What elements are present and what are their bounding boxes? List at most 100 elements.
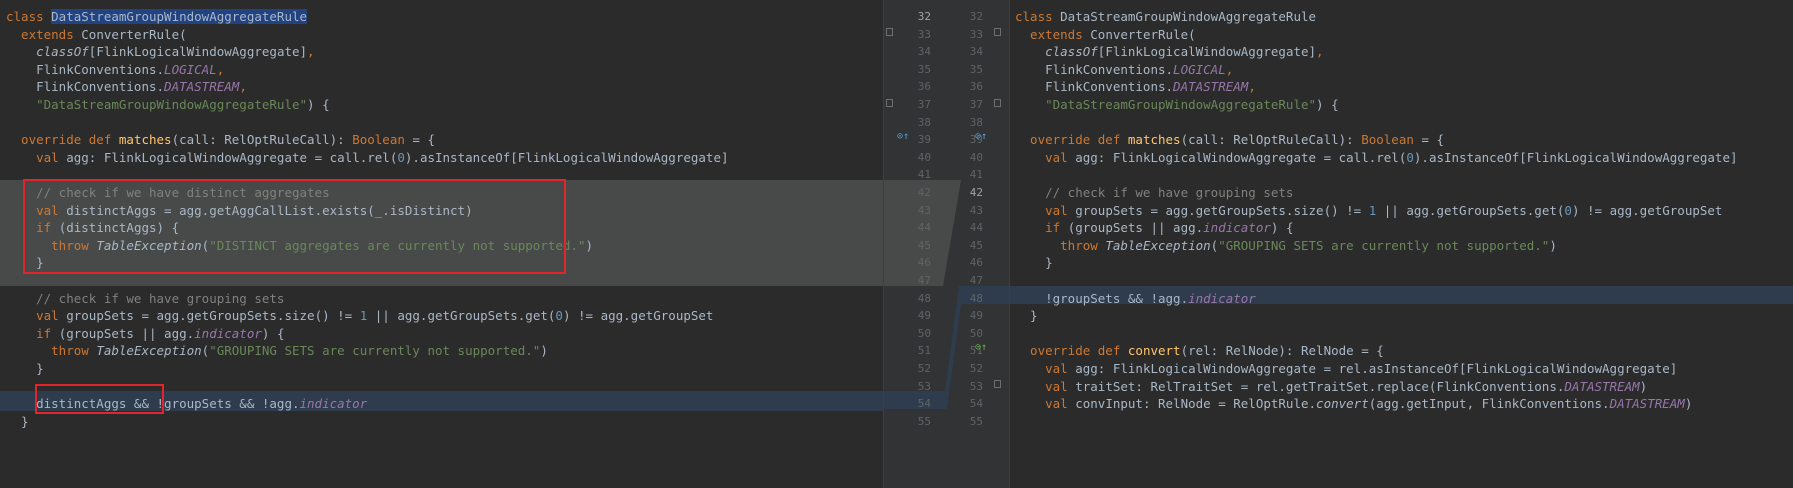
code-token: LOGICAL <box>164 61 217 77</box>
code-token: convert <box>1316 396 1369 412</box>
code-line[interactable] <box>1009 412 1793 432</box>
code-token: override def <box>1015 132 1128 148</box>
code-token: override def <box>1015 343 1128 359</box>
code-token: = { <box>412 132 435 148</box>
code-token: } <box>1015 308 1038 324</box>
pane-divider <box>883 0 884 488</box>
code-token: 0 <box>555 308 563 324</box>
code-token: if <box>6 325 59 341</box>
code-token: val <box>1015 378 1076 394</box>
implement-icon[interactable]: ⊙↑ <box>975 342 987 354</box>
fold-marker[interactable] <box>994 28 1001 36</box>
code-token: DataStreamGroupWindowAggregateRule <box>1060 9 1317 24</box>
code-token: convInput: RelNode = RelOptRule. <box>1075 396 1317 412</box>
code-token: (agg.getInput, FlinkConventions. <box>1368 396 1610 412</box>
code-token: (rel: RelNode): RelNode = { <box>1180 343 1384 359</box>
code-token: 0 <box>397 149 405 165</box>
fold-marker[interactable] <box>886 99 893 107</box>
code-token: = { <box>1421 132 1444 148</box>
code-token: matches <box>1127 132 1181 148</box>
code-token: (call: RelOptRuleCall): <box>171 132 353 148</box>
code-token: throw <box>1015 237 1106 253</box>
code-token: ConverterRule( <box>1090 26 1196 42</box>
code-token: indicator <box>1203 220 1271 236</box>
right-editor-pane[interactable]: class DataStreamGroupWindowAggregateRule… <box>1009 0 1793 488</box>
code-token: ) { <box>1316 97 1339 112</box>
code-token: agg: FlinkLogicalWindowAggregate = rel.a… <box>1075 361 1678 376</box>
code-token: throw <box>6 343 97 359</box>
code-token: groupSets = agg.getGroupSets.size() != <box>1075 202 1369 218</box>
code-token: || agg.getGroupSets.get( <box>367 308 556 324</box>
code-token: ) != agg.getGroupSet <box>562 308 714 324</box>
code-token: override def <box>6 132 119 148</box>
code-token: class <box>6 9 52 24</box>
code-token: FlinkConventions. <box>1015 61 1174 77</box>
code-token: convert <box>1127 343 1181 359</box>
code-token: agg: FlinkLogicalWindowAggregate = call.… <box>66 149 398 165</box>
code-token: ).asInstanceOf[FlinkLogicalWindowAggrega… <box>404 149 729 165</box>
code-token: 0 <box>1564 202 1572 218</box>
code-token: val <box>6 308 67 324</box>
code-token: Boolean <box>352 132 413 148</box>
code-token: LOGICAL <box>1173 61 1226 77</box>
code-token: || agg.getGroupSets.get( <box>1376 202 1565 218</box>
code-token: indicator <box>1188 290 1256 306</box>
code-text: } <box>0 412 29 432</box>
override-icon[interactable]: ⊙↑ <box>975 131 987 143</box>
code-token: } <box>6 413 29 429</box>
code-token: ) { <box>261 325 285 341</box>
code-token: classOf <box>36 44 89 60</box>
code-token: ) { <box>1270 220 1294 236</box>
code-token: !groupSets && !agg. <box>1015 290 1189 306</box>
left-editor-pane[interactable]: class DataStreamGroupWindowAggregateRule… <box>0 0 883 488</box>
line-number: 55 <box>917 414 931 428</box>
fold-marker[interactable] <box>994 380 1001 388</box>
code-token: val <box>1015 202 1076 218</box>
code-token: [FlinkLogicalWindowAggregate] <box>88 44 308 60</box>
code-token: traitSet: RelTraitSet = rel.getTraitSet.… <box>1075 378 1565 394</box>
diff-connector <box>883 180 1009 409</box>
fold-marker[interactable] <box>994 99 1001 107</box>
code-token: extends <box>6 26 82 42</box>
code-token: agg: FlinkLogicalWindowAggregate = call.… <box>1075 149 1407 165</box>
code-token: , <box>216 61 225 77</box>
code-line[interactable]: } <box>0 412 883 432</box>
code-token: (call: RelOptRuleCall): <box>1180 132 1362 148</box>
code-token: ) <box>585 237 594 253</box>
code-token: matches <box>118 132 172 148</box>
code-token: ) <box>540 343 548 359</box>
fold-marker[interactable] <box>886 28 893 36</box>
code-token: [FlinkLogicalWindowAggregate] <box>1097 44 1317 60</box>
annotation-box-distinct <box>23 179 566 274</box>
code-token: TableException <box>1105 237 1211 253</box>
code-token: class <box>1015 9 1061 24</box>
code-token: } <box>1015 255 1053 271</box>
code-token: ) <box>1549 237 1557 253</box>
code-token: "DataStreamGroupWindowAggregateRule" <box>1015 97 1317 112</box>
code-token: FlinkConventions. <box>6 61 165 77</box>
code-token: } <box>6 361 44 376</box>
code-token: val <box>1015 361 1076 376</box>
code-token: "GROUPING SETS are currently not support… <box>1218 237 1550 253</box>
code-token: // check if we have grouping sets <box>1015 185 1294 200</box>
code-token: 0 <box>1406 149 1414 165</box>
code-token: DataStreamGroupWindowAggregateRule <box>51 9 308 24</box>
code-token: TableException <box>96 343 202 359</box>
code-token: val <box>6 149 67 165</box>
override-icon[interactable]: ⊙↑ <box>897 131 909 143</box>
code-token: FlinkConventions. <box>6 79 165 95</box>
code-token: , <box>307 44 315 60</box>
annotation-box-distinctaggs <box>35 384 164 414</box>
code-token: groupSets = agg.getGroupSets.size() != <box>66 308 360 324</box>
code-token: if <box>1015 220 1068 236</box>
code-token: "DataStreamGroupWindowAggregateRule" <box>6 97 308 112</box>
code-token: DATASTREAM <box>1173 79 1249 95</box>
code-token: FlinkConventions. <box>1015 79 1174 95</box>
code-token: ) != agg.getGroupSet <box>1571 202 1723 218</box>
code-token: (groupSets || agg. <box>1067 220 1204 236</box>
code-token: , <box>1316 44 1324 60</box>
code-token: val <box>1015 149 1076 165</box>
code-token: ).asInstanceOf[FlinkLogicalWindowAggrega… <box>1413 149 1738 165</box>
